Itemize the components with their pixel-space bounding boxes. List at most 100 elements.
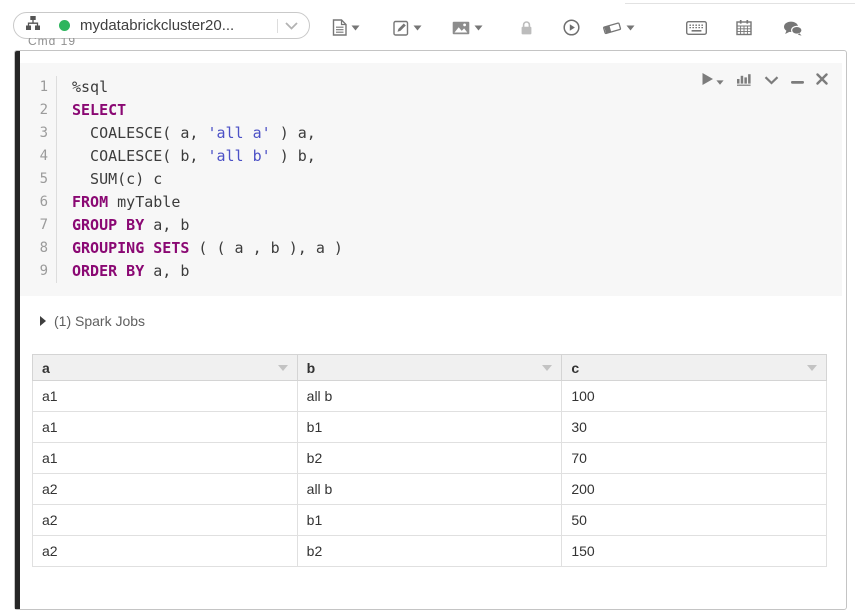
- caret-down-icon: [716, 73, 724, 88]
- sql-keyword: ORDER BY: [72, 262, 145, 280]
- line-number: 4: [20, 145, 57, 168]
- cmd-label: Cmd 19: [28, 38, 77, 48]
- line-number: 2: [20, 99, 57, 122]
- code-line: 2 SELECT: [20, 99, 842, 122]
- sort-arrow-icon[interactable]: [807, 364, 817, 371]
- caret-down-icon: [351, 19, 360, 34]
- code-text: ORDER BY a, b: [57, 260, 189, 283]
- line-number: 9: [20, 260, 57, 283]
- sql-keyword: SELECT: [72, 101, 127, 119]
- shortcuts-button[interactable]: [685, 20, 708, 38]
- caret-down-icon: [413, 19, 422, 34]
- line-number: 3: [20, 122, 57, 145]
- eraser-icon: [602, 21, 622, 38]
- code-line: 6 FROM myTable: [20, 191, 842, 214]
- table-row: a1 b2 70: [32, 442, 827, 474]
- sort-arrow-icon[interactable]: [542, 364, 553, 371]
- view-menu-button[interactable]: [452, 19, 483, 38]
- sql-text: COALESCE( b,: [72, 147, 208, 165]
- image-icon: [452, 21, 470, 38]
- table-cell: 30: [561, 411, 827, 443]
- results-table-header: a b c: [32, 354, 827, 381]
- table-cell: 70: [561, 442, 827, 474]
- sql-text: ) b,: [270, 147, 316, 165]
- table-row: a2 b2 150: [32, 535, 827, 567]
- table-cell: a1: [32, 411, 298, 443]
- caret-down-icon: [474, 19, 483, 34]
- line-number: 1: [20, 76, 57, 99]
- lock-icon: [520, 20, 533, 39]
- sql-text: ( ( a , b ), a ): [189, 239, 343, 257]
- table-cell: all b: [296, 473, 563, 505]
- table-cell: b1: [296, 411, 563, 443]
- code-text: SUM(c) c: [57, 168, 162, 191]
- table-cell: b2: [296, 442, 563, 474]
- code-text: %sql: [57, 76, 108, 99]
- collapse-chevron-icon: [764, 73, 779, 88]
- table-cell: a1: [32, 380, 298, 412]
- code-editor[interactable]: 1 %sql 2 SELECT 3 COALESCE( a, 'all a' ) a, 4…: [20, 63, 842, 296]
- edit-menu-button[interactable]: [393, 19, 422, 39]
- sort-arrow-icon[interactable]: [277, 364, 288, 371]
- column-label: a: [42, 359, 50, 376]
- table-cell: a2: [32, 473, 298, 505]
- line-number: 6: [20, 191, 57, 214]
- document-icon: [332, 19, 347, 39]
- code-line: 8 GROUPING SETS ( ( a , b ), a ): [20, 237, 842, 260]
- column-header-a[interactable]: a: [32, 354, 298, 381]
- minimize-cell-button[interactable]: [791, 73, 804, 88]
- collapse-cell-button[interactable]: [764, 73, 779, 88]
- table-cell: 150: [561, 535, 827, 567]
- cluster-status-dot: [59, 20, 70, 31]
- close-cell-button[interactable]: [816, 72, 828, 88]
- run-cell-icon: [701, 72, 714, 89]
- lock-button[interactable]: [520, 20, 533, 39]
- notebook-cell: 1 %sql 2 SELECT 3 COALESCE( a, 'all a' ) a, 4…: [14, 50, 847, 610]
- cluster-tree-icon: [25, 15, 41, 36]
- table-cell: b1: [296, 504, 563, 536]
- schedule-button[interactable]: [736, 19, 752, 39]
- chevron-down-icon[interactable]: [285, 17, 298, 35]
- sql-keyword: GROUPING SETS: [72, 239, 190, 257]
- pencil-square-icon: [393, 20, 409, 39]
- table-cell: a1: [32, 442, 298, 474]
- sql-text: myTable: [108, 193, 181, 211]
- comments-button[interactable]: [783, 21, 803, 39]
- line-number: 8: [20, 237, 57, 260]
- chat-icon: [783, 21, 803, 39]
- cell-actions: [701, 71, 828, 89]
- table-row: a2 all b 200: [32, 473, 827, 505]
- file-menu-button[interactable]: [332, 19, 360, 39]
- run-cell-button[interactable]: [701, 72, 724, 89]
- expand-triangle-icon: [40, 316, 46, 326]
- sql-text: ) a,: [270, 124, 316, 142]
- clear-menu-button[interactable]: [602, 19, 635, 38]
- cluster-selector[interactable]: mydatabrickcluster20...: [13, 12, 310, 39]
- code-line: 7 GROUP BY a, b: [20, 214, 842, 237]
- sql-string: 'all b': [207, 147, 271, 165]
- column-label: b: [306, 359, 316, 376]
- code-text: COALESCE( a, 'all a' ) a,: [57, 122, 316, 145]
- caret-down-icon: [626, 19, 635, 34]
- line-number: 5: [20, 168, 57, 191]
- code-line: 3 COALESCE( a, 'all a' ) a,: [20, 122, 842, 145]
- sql-string: 'all a': [207, 124, 271, 142]
- minimize-icon: [791, 73, 804, 88]
- code-line: 4 COALESCE( b, 'all b' ) b,: [20, 145, 842, 168]
- column-label: c: [571, 359, 580, 376]
- show-chart-button[interactable]: [736, 71, 752, 89]
- keyboard-icon: [685, 20, 708, 38]
- sql-text: %sql: [72, 78, 109, 96]
- table-cell: b2: [296, 535, 563, 567]
- calendar-icon: [736, 19, 752, 39]
- table-row: a1 all b 100: [32, 380, 827, 412]
- spark-jobs-toggle[interactable]: (1) Spark Jobs: [40, 313, 145, 329]
- column-header-c[interactable]: c: [561, 354, 827, 381]
- sql-keyword: FROM: [72, 193, 109, 211]
- sql-text: a, b: [144, 262, 190, 280]
- column-header-b[interactable]: b: [296, 354, 563, 381]
- code-line: 9 ORDER BY a, b: [20, 260, 842, 283]
- table-row: a1 b1 30: [32, 411, 827, 443]
- run-all-button[interactable]: [563, 19, 580, 39]
- table-cell: a2: [32, 535, 298, 567]
